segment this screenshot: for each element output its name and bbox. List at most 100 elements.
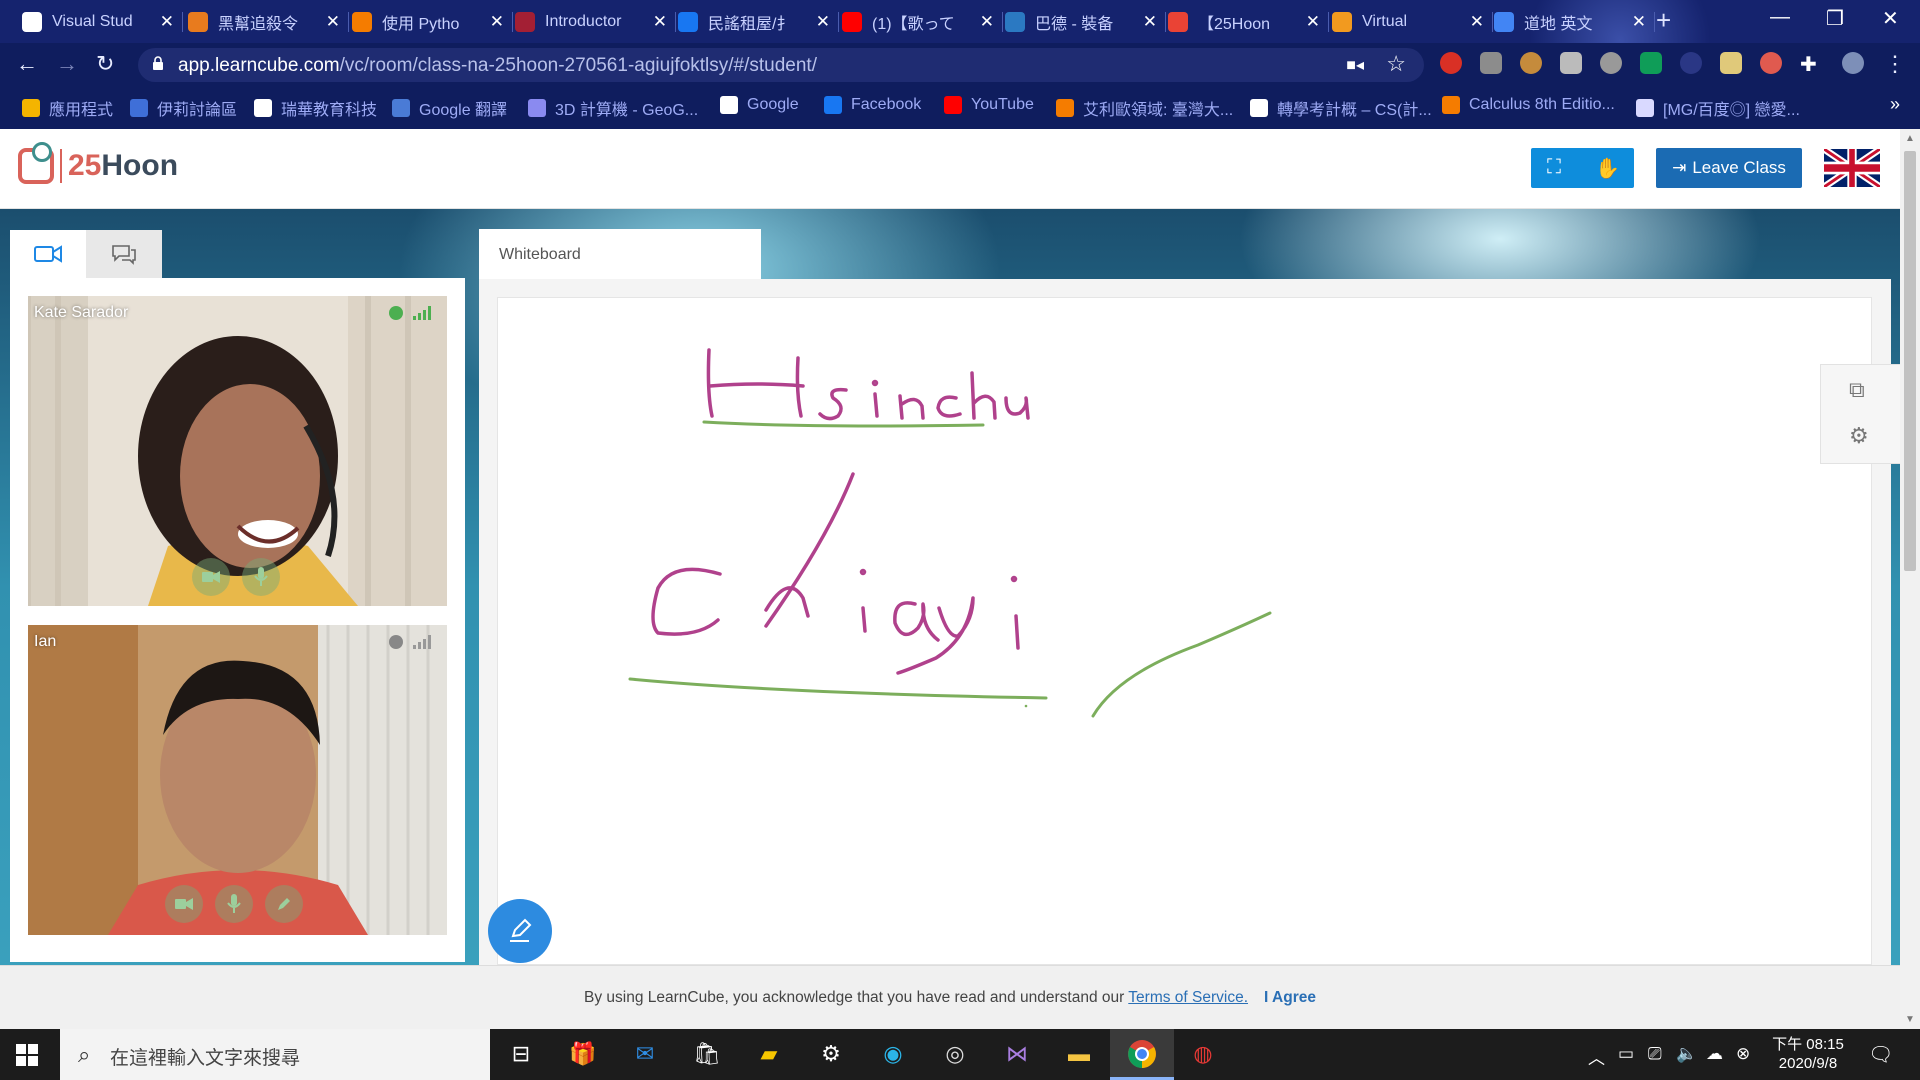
visual-studio-icon[interactable]: ⋈	[1000, 1037, 1034, 1071]
bookmark-item[interactable]: Google	[720, 96, 799, 114]
security-icon[interactable]: ⊗	[1736, 1044, 1750, 1064]
bookmark-item[interactable]: Google 翻譯	[392, 96, 507, 120]
store-icon[interactable]: 🛍	[690, 1037, 724, 1071]
address-bar[interactable]: app.learncube.com/vc/room/class-na-25hoo…	[138, 48, 1424, 82]
tab-chat[interactable]	[86, 230, 162, 278]
settings-icon[interactable]: ⚙	[814, 1037, 848, 1071]
reload-icon[interactable]: ↻	[96, 51, 114, 77]
media-player-icon[interactable]: ◎	[938, 1037, 972, 1071]
chrome-taskbar-button[interactable]	[1110, 1029, 1174, 1080]
edge-icon[interactable]: ◉	[876, 1037, 910, 1071]
terms-of-service-link[interactable]: Terms of Service.	[1128, 989, 1248, 1007]
bookmark-item[interactable]: 轉學考計概 – CS(計...	[1250, 96, 1432, 120]
taskbar-search[interactable]: ⌕ 在這裡輸入文字來搜尋	[60, 1029, 490, 1080]
onedrive-icon[interactable]: ☁	[1706, 1044, 1723, 1064]
volume-icon[interactable]: 🔈	[1676, 1044, 1697, 1064]
fullscreen-icon[interactable]: ⛶	[1547, 156, 1561, 179]
bookmark-item[interactable]: [MG/百度◎] 戀愛...	[1636, 96, 1800, 120]
settings-gear-icon[interactable]: ⚙	[1849, 423, 1869, 449]
bookmark-item[interactable]: 艾利歐領域: 臺灣大...	[1056, 96, 1233, 120]
bookmark-item[interactable]: 瑞華教育科技	[254, 96, 377, 120]
close-tab-icon[interactable]: ✕	[160, 12, 174, 32]
battery-icon[interactable]: ▭	[1618, 1044, 1634, 1064]
camera-toggle-button[interactable]	[165, 885, 203, 923]
s-extension-icon[interactable]	[1640, 52, 1662, 74]
cookie-extension-icon[interactable]	[1520, 52, 1542, 74]
bookmark-item[interactable]: Facebook	[824, 96, 921, 114]
bookmark-item[interactable]: 伊莉討論區	[130, 96, 237, 120]
garena-icon[interactable]: ◍	[1186, 1037, 1220, 1071]
browser-tab[interactable]: 使用 Pytho ✕	[352, 6, 513, 38]
tab-favicon-icon	[352, 12, 372, 32]
camera-toggle-button[interactable]	[192, 558, 230, 596]
browser-tab[interactable]: 道地 英文 ✕	[1494, 6, 1655, 38]
raise-hand-icon[interactable]: ✋	[1595, 156, 1620, 181]
leave-class-button[interactable]: ⇥ Leave Class	[1656, 148, 1802, 188]
windows-start-icon[interactable]	[16, 1044, 38, 1066]
forward-arrow-icon[interactable]: →	[56, 51, 78, 77]
close-tab-icon[interactable]: ✕	[653, 12, 667, 32]
ticket-extension-icon[interactable]	[1560, 52, 1582, 74]
close-window-button[interactable]: ✕	[1882, 6, 1899, 31]
minimize-button[interactable]: —	[1770, 6, 1790, 29]
new-tab-button[interactable]: +	[1656, 6, 1671, 34]
scroll-down-icon[interactable]: ▼	[1905, 1014, 1915, 1025]
add-page-icon[interactable]: ⧉	[1849, 377, 1865, 403]
more-menu-icon[interactable]: ⋮	[1884, 51, 1906, 77]
browser-tab[interactable]: 黑幫追殺令 ✕	[188, 6, 349, 38]
bookmark-item[interactable]: 應用程式	[22, 96, 113, 120]
browser-tab[interactable]: Virtual ✕	[1332, 6, 1493, 38]
yab-extension-icon[interactable]	[1440, 52, 1462, 74]
back-arrow-icon[interactable]: ←	[16, 51, 38, 77]
sticky-notes-icon[interactable]: ▰	[752, 1037, 786, 1071]
browser-tab[interactable]: (1)【歌って ✕	[842, 6, 1003, 38]
restore-button[interactable]: ❐	[1826, 6, 1844, 31]
bookmark-star-icon[interactable]: ☆	[1386, 51, 1406, 77]
browser-tab[interactable]: Visual Stud ✕	[22, 6, 183, 38]
page-scrollbar[interactable]: ▲ ▼	[1900, 129, 1920, 1029]
task-view-icon[interactable]: ⊟	[504, 1037, 538, 1071]
file-explorer-icon[interactable]: ▬	[1062, 1037, 1096, 1071]
tab-video[interactable]	[10, 230, 86, 278]
close-tab-icon[interactable]: ✕	[1470, 12, 1484, 32]
bookmark-item[interactable]: YouTube	[944, 96, 1034, 114]
web-extension-icon[interactable]	[1680, 52, 1702, 74]
mail-icon[interactable]: ✉	[628, 1037, 662, 1071]
extension-icon[interactable]	[1480, 52, 1502, 74]
notification-icon[interactable]: 🗨	[1868, 1042, 1893, 1067]
agree-button[interactable]: I Agree	[1264, 989, 1316, 1007]
color-extension-icon[interactable]	[1760, 52, 1782, 74]
close-tab-icon[interactable]: ✕	[980, 12, 994, 32]
mic-toggle-button[interactable]	[215, 885, 253, 923]
gift-app-icon[interactable]: 🎁	[566, 1037, 600, 1071]
close-tab-icon[interactable]: ✕	[816, 12, 830, 32]
browser-tab[interactable]: 【25Hoon ✕	[1168, 6, 1329, 38]
puzzle-extensions-icon[interactable]: ✚	[1800, 52, 1822, 76]
browser-tab[interactable]: 民謠租屋/扌 ✕	[678, 6, 839, 38]
pen-tool-button[interactable]	[488, 899, 552, 963]
close-tab-icon[interactable]: ✕	[490, 12, 504, 32]
film-extension-icon[interactable]	[1600, 52, 1622, 74]
mic-toggle-button[interactable]	[242, 558, 280, 596]
whiteboard-canvas[interactable]	[497, 297, 1872, 965]
system-clock[interactable]: 下午 08:15 2020/9/8	[1762, 1035, 1854, 1073]
tab-whiteboard[interactable]: Whiteboard	[479, 229, 761, 279]
close-tab-icon[interactable]: ✕	[1143, 12, 1157, 32]
profile-avatar[interactable]	[1842, 52, 1864, 74]
more-bookmarks-icon[interactable]: »	[1890, 94, 1900, 115]
image-extension-icon[interactable]	[1720, 52, 1742, 74]
browser-tab[interactable]: 巴德 - 裝备 ✕	[1005, 6, 1166, 38]
whiteboard-permission-button[interactable]	[265, 885, 303, 923]
close-tab-icon[interactable]: ✕	[326, 12, 340, 32]
close-tab-icon[interactable]: ✕	[1306, 12, 1320, 32]
uk-flag-icon[interactable]	[1824, 149, 1880, 187]
bookmark-item[interactable]: Calculus 8th Editio...	[1442, 96, 1615, 114]
network-icon[interactable]: ⎚	[1648, 1044, 1662, 1064]
scroll-thumb[interactable]	[1904, 151, 1916, 571]
close-tab-icon[interactable]: ✕	[1632, 12, 1646, 32]
tray-chevron-icon[interactable]: ︿	[1588, 1044, 1605, 1069]
camera-icon[interactable]: ■◂	[1346, 55, 1364, 75]
scroll-up-icon[interactable]: ▲	[1905, 133, 1915, 144]
bookmark-item[interactable]: 3D 計算機 - GeoG...	[528, 96, 698, 120]
browser-tab[interactable]: Introductor ✕	[515, 6, 676, 38]
